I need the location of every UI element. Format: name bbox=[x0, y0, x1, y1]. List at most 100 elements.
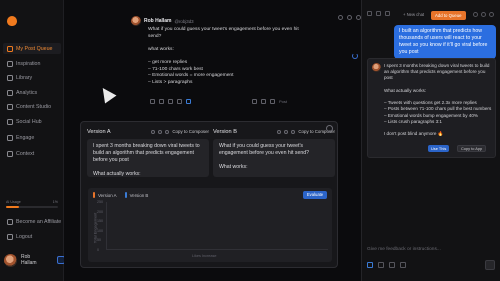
tweet-preview[interactable]: Rob Hallam @robj3d3 What if you could gu… bbox=[131, 16, 303, 86]
flame-logo-icon[interactable] bbox=[7, 16, 17, 26]
sidebar-item-affiliate[interactable]: Become an Affiliate bbox=[3, 216, 61, 227]
y-tick-label: 0 bbox=[97, 248, 99, 252]
refresh-icon[interactable] bbox=[261, 99, 266, 104]
eye-icon[interactable] bbox=[151, 129, 156, 134]
sidebar-item-library[interactable]: Library bbox=[3, 72, 61, 83]
close-icon[interactable] bbox=[326, 125, 333, 132]
y-tick-label: 250 bbox=[97, 200, 103, 204]
attach-icon[interactable] bbox=[367, 262, 373, 268]
compare-icon[interactable] bbox=[186, 99, 191, 104]
emoji-icon[interactable] bbox=[168, 99, 173, 104]
edit-icon[interactable] bbox=[158, 129, 163, 134]
chat-actions bbox=[473, 12, 494, 17]
sidebar-item-logout[interactable]: Logout bbox=[3, 231, 61, 242]
close-icon[interactable] bbox=[489, 12, 494, 17]
sidebar-item-inspiration[interactable]: Inspiration bbox=[3, 58, 61, 69]
y-tick-label: 150 bbox=[97, 219, 103, 224]
users-icon bbox=[7, 118, 13, 125]
copy-to-composer-button[interactable]: Copy to Composer bbox=[172, 129, 209, 134]
sidebar: My Post Queue Inspiration Library Analyt… bbox=[0, 0, 65, 281]
copy-icon bbox=[165, 129, 170, 134]
chart-x-label: Likes Increase bbox=[192, 254, 217, 258]
sidebar-item-label: Content Studio bbox=[16, 103, 52, 110]
legend-swatch bbox=[93, 192, 95, 198]
tweet-actions: Post bbox=[252, 99, 287, 104]
sidebar-item-label: Logout bbox=[16, 233, 33, 240]
thread-icon[interactable] bbox=[177, 99, 182, 104]
version-a-card[interactable]: I spent 3 months breaking down viral twe… bbox=[87, 139, 209, 177]
info-icon[interactable] bbox=[338, 15, 343, 20]
history-icon[interactable] bbox=[376, 11, 381, 16]
logout-icon bbox=[7, 233, 13, 240]
tweet-author: Rob Hallam bbox=[144, 18, 172, 24]
use-this-button[interactable]: Use This bbox=[428, 145, 450, 152]
image-icon[interactable] bbox=[378, 262, 384, 268]
legend-version-b: Version B bbox=[124, 192, 149, 198]
chat-panel: + New chat Add to Queue I built an algor… bbox=[361, 0, 500, 281]
usage-value: 1% bbox=[52, 200, 58, 204]
loading-spinner-icon bbox=[352, 53, 358, 59]
sidebar-item-context[interactable]: Context bbox=[3, 148, 61, 159]
edit-icon[interactable] bbox=[347, 15, 352, 20]
avatar bbox=[131, 16, 141, 26]
chat-input[interactable]: Give me feedback or instructions... bbox=[367, 247, 441, 252]
link-icon[interactable] bbox=[389, 262, 395, 268]
eye-icon[interactable] bbox=[277, 129, 282, 134]
sidebar-item-label: Social Hub bbox=[16, 118, 42, 125]
sidebar-item-social-hub[interactable]: Social Hub bbox=[3, 116, 61, 127]
avatar bbox=[4, 253, 17, 267]
expand-icon[interactable] bbox=[270, 99, 275, 104]
usage-label: AI Usage bbox=[6, 200, 21, 204]
version-b-text: What if you could guess your tweet's eng… bbox=[219, 143, 309, 170]
new-chat-button[interactable]: + New chat bbox=[403, 12, 424, 17]
sidebar-item-post-queue[interactable]: My Post Queue bbox=[3, 43, 61, 54]
panel-icon[interactable] bbox=[367, 11, 372, 16]
chat-toolbar bbox=[367, 11, 390, 16]
add-to-queue-button[interactable]: Add to Queue bbox=[431, 11, 466, 20]
gift-icon bbox=[7, 218, 13, 225]
sidebar-item-engage[interactable]: Engage bbox=[3, 132, 61, 143]
gif-icon[interactable] bbox=[159, 99, 164, 104]
tweet-toolbar bbox=[338, 15, 361, 20]
edit-icon[interactable] bbox=[284, 129, 289, 134]
evaluate-button[interactable]: Evaluate bbox=[303, 191, 327, 199]
tweet-body[interactable]: What if you could guess your tweet's eng… bbox=[131, 27, 303, 86]
sidebar-item-label: Engage bbox=[16, 134, 35, 141]
send-button[interactable] bbox=[485, 260, 495, 270]
y-tick-label: 200 bbox=[97, 209, 103, 214]
schedule-icon[interactable] bbox=[252, 99, 257, 104]
legend-label: Version A bbox=[98, 192, 117, 198]
avatar bbox=[372, 63, 381, 72]
version-b-title: Version B bbox=[213, 128, 237, 135]
post-button[interactable]: Post bbox=[279, 99, 287, 104]
version-a-column: Version A Copy to Composer I spent 3 mon… bbox=[87, 127, 209, 177]
y-tick-label: 50 bbox=[97, 238, 101, 243]
ai-reply-card: I spent 3 months breaking down viral twe… bbox=[367, 58, 496, 158]
version-a-title: Version A bbox=[87, 128, 111, 135]
image-icon[interactable] bbox=[150, 99, 155, 104]
expand-icon[interactable] bbox=[473, 12, 478, 17]
sidebar-item-label: Context bbox=[16, 150, 35, 157]
sidebar-item-content-studio[interactable]: Content Studio bbox=[3, 101, 61, 112]
usage-bar-fill bbox=[6, 206, 19, 208]
message-icon bbox=[7, 134, 13, 141]
settings-icon bbox=[7, 150, 13, 157]
legend-label: Version B bbox=[129, 192, 149, 198]
legend-version-a: Version A bbox=[93, 192, 117, 198]
mic-icon[interactable] bbox=[400, 262, 406, 268]
copy-to-app-button[interactable]: Copy to App bbox=[457, 145, 487, 152]
compare-modal: Version A Copy to Composer I spent 3 mon… bbox=[80, 121, 338, 268]
chart-legend: Version A Version B bbox=[93, 192, 148, 198]
sidebar-item-label: My Post Queue bbox=[16, 45, 53, 52]
version-a-text: I spent 3 months breaking down viral twe… bbox=[93, 143, 200, 177]
engagement-chart: Version A Version B Evaluate Total Engag… bbox=[88, 188, 332, 262]
more-icon[interactable] bbox=[481, 12, 486, 17]
user-message-bubble: I built an algorithm that predicts how t… bbox=[394, 25, 496, 59]
sidebar-item-label: Inspiration bbox=[16, 60, 41, 67]
sidebar-item-label: Analytics bbox=[16, 89, 38, 96]
legend-swatch bbox=[124, 192, 127, 198]
settings-icon[interactable] bbox=[385, 11, 390, 16]
version-b-card[interactable]: What if you could guess your tweet's eng… bbox=[213, 139, 335, 177]
user-profile[interactable]: Rob Hallam bbox=[4, 250, 64, 270]
sidebar-item-analytics[interactable]: Analytics bbox=[3, 87, 61, 98]
